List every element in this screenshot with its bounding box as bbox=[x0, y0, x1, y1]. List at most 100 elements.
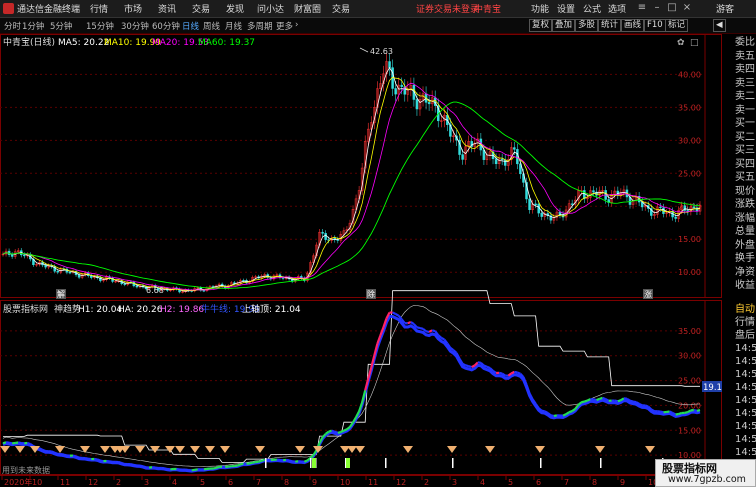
period-month[interactable]: 月线 bbox=[225, 20, 242, 32]
period-1min[interactable]: 1分钟 bbox=[22, 20, 44, 32]
menu-caifuquan[interactable]: 财富圈 bbox=[294, 2, 321, 15]
menu-faxian[interactable]: 发现 bbox=[226, 2, 244, 15]
high-price-label: 42.63 bbox=[370, 47, 393, 56]
sidebar-quote-label: 买三 bbox=[735, 145, 755, 156]
candle-body bbox=[394, 88, 397, 95]
signal-diamond bbox=[55, 446, 65, 453]
indicator-source-label: 股票指标网 bbox=[3, 303, 48, 315]
maximize-icon[interactable]: □ bbox=[665, 1, 679, 15]
candle-body bbox=[528, 198, 531, 210]
candle-body bbox=[324, 233, 327, 240]
event-marker-chu-text: 除 bbox=[367, 289, 375, 299]
btn-huaxian[interactable]: 画线 bbox=[621, 19, 645, 32]
period-more[interactable]: 更多 bbox=[276, 20, 293, 32]
btn-duogu[interactable]: 多股 bbox=[575, 19, 599, 32]
ma60-label: MA60: 19.37 bbox=[198, 38, 255, 48]
btn-diejia[interactable]: 叠加 bbox=[552, 19, 576, 32]
guest-label[interactable]: 游客 bbox=[716, 2, 734, 15]
trend-segment bbox=[431, 329, 436, 333]
minimize-icon[interactable]: – bbox=[650, 1, 664, 15]
x-axis-label: 8 bbox=[284, 478, 289, 487]
menu-jiaoyi2[interactable]: 交易 bbox=[332, 2, 350, 15]
trend-segment bbox=[660, 410, 664, 414]
trend-segment bbox=[84, 456, 89, 460]
signal-diamond bbox=[175, 446, 185, 453]
menu-jiaoyi1[interactable]: 交易 bbox=[192, 2, 210, 15]
trend-segment bbox=[553, 414, 558, 418]
menu-shezhi[interactable]: 设置 bbox=[557, 2, 575, 15]
trend-segment bbox=[693, 408, 698, 412]
more-chevron-icon[interactable]: › bbox=[295, 20, 298, 30]
period-fenshi[interactable]: 分时 bbox=[4, 20, 21, 32]
btn-f10[interactable]: F10 bbox=[644, 19, 666, 32]
panel-close-icon[interactable]: □ bbox=[690, 38, 699, 48]
event-marker-zhang-text: 涨 bbox=[644, 289, 652, 299]
candle-body bbox=[540, 212, 543, 217]
signal-ticks bbox=[265, 458, 664, 468]
x-axis-label: 2 bbox=[116, 478, 121, 487]
candle-body bbox=[68, 271, 72, 274]
menu-wenxiaoda[interactable]: 问小达 bbox=[257, 2, 284, 15]
btn-back[interactable]: ◀ bbox=[713, 19, 726, 32]
trend-segment bbox=[164, 467, 168, 471]
period-week[interactable]: 周线 bbox=[203, 20, 220, 32]
menu-gongshi[interactable]: 公式 bbox=[583, 2, 601, 15]
sidebar-tick-label: 14:50 bbox=[735, 408, 756, 419]
menu-shichang[interactable]: 市场 bbox=[124, 2, 142, 15]
login-notice[interactable]: 证券交易未登录 bbox=[416, 2, 479, 15]
indicator-axis: 35.0030.0025.0020.0015.0010.00 bbox=[678, 327, 701, 460]
trend-segment bbox=[419, 327, 424, 330]
watermark: 股票指标网 www.7gpzb.com bbox=[655, 459, 756, 487]
trend-segment bbox=[486, 365, 491, 370]
btn-biaoji[interactable]: 标记 bbox=[665, 19, 689, 32]
h1-line bbox=[2, 305, 701, 467]
trend-segment bbox=[687, 409, 692, 414]
candle-body bbox=[494, 158, 498, 165]
trend-segment bbox=[541, 409, 545, 413]
trend-segment bbox=[650, 408, 655, 413]
period-multi[interactable]: 多周期 bbox=[247, 20, 273, 32]
title-bar: 通达信金融终端 行情 市场 资讯 交易 发现 问小达 财富圈 交易 证券交易未登… bbox=[0, 0, 756, 18]
period-day[interactable]: 日线 bbox=[182, 20, 199, 32]
trend-segment bbox=[2, 441, 7, 445]
signal-diamond bbox=[135, 446, 145, 453]
menu-zixun[interactable]: 资讯 bbox=[158, 2, 176, 15]
btn-fuquan[interactable]: 复权 bbox=[529, 19, 553, 32]
menu-xuanxiang[interactable]: 选项 bbox=[608, 2, 626, 15]
window-menu-icon[interactable]: ≡ bbox=[635, 1, 649, 15]
trend-segment bbox=[617, 399, 622, 403]
main-tick-label: 15.00 bbox=[678, 235, 701, 244]
sidebar-quote-label: 委比 bbox=[735, 37, 755, 48]
indicator-tick-label: 30.00 bbox=[678, 352, 701, 361]
sidebar-tick-label: 自动 bbox=[735, 304, 755, 315]
menu-hangqing[interactable]: 行情 bbox=[90, 2, 108, 15]
sidebar-quote-label: 净资 bbox=[735, 266, 755, 278]
signal-diamond bbox=[355, 446, 365, 453]
candle-body bbox=[674, 216, 677, 219]
period-5min[interactable]: 5分钟 bbox=[50, 20, 72, 32]
trend-segment bbox=[337, 430, 342, 434]
trend-segment bbox=[121, 462, 126, 466]
trend-segment bbox=[215, 465, 220, 469]
period-60min[interactable]: 60分钟 bbox=[152, 20, 180, 32]
period-15min[interactable]: 15分钟 bbox=[86, 20, 114, 32]
signal-diamond bbox=[347, 446, 357, 453]
trend-segment bbox=[240, 462, 244, 466]
future-data-note: 用到未来数据 bbox=[2, 465, 50, 475]
candle-body bbox=[135, 285, 139, 288]
trend-segment bbox=[684, 411, 689, 414]
x-axis-label: 3 bbox=[452, 478, 457, 487]
settings-gear-icon[interactable]: ✿ bbox=[677, 38, 685, 48]
x-axis-label: 9 bbox=[312, 478, 317, 487]
trend-segment bbox=[568, 410, 573, 414]
btn-tongji[interactable]: 统计 bbox=[598, 19, 622, 32]
chart-area[interactable]: 中青宝(日线) MA5: 20.22 MA10: 19.99 MA20: 19.… bbox=[0, 34, 722, 487]
indicator-name-label[interactable]: 神趋势 bbox=[54, 303, 81, 315]
trend-segment bbox=[632, 400, 637, 404]
trend-segment bbox=[425, 330, 430, 334]
period-30min[interactable]: 30分钟 bbox=[121, 20, 149, 32]
menu-gongneng[interactable]: 功能 bbox=[531, 2, 549, 15]
close-icon[interactable]: × bbox=[680, 1, 694, 15]
trend-segment bbox=[672, 411, 677, 416]
signal-diamond bbox=[165, 446, 175, 453]
